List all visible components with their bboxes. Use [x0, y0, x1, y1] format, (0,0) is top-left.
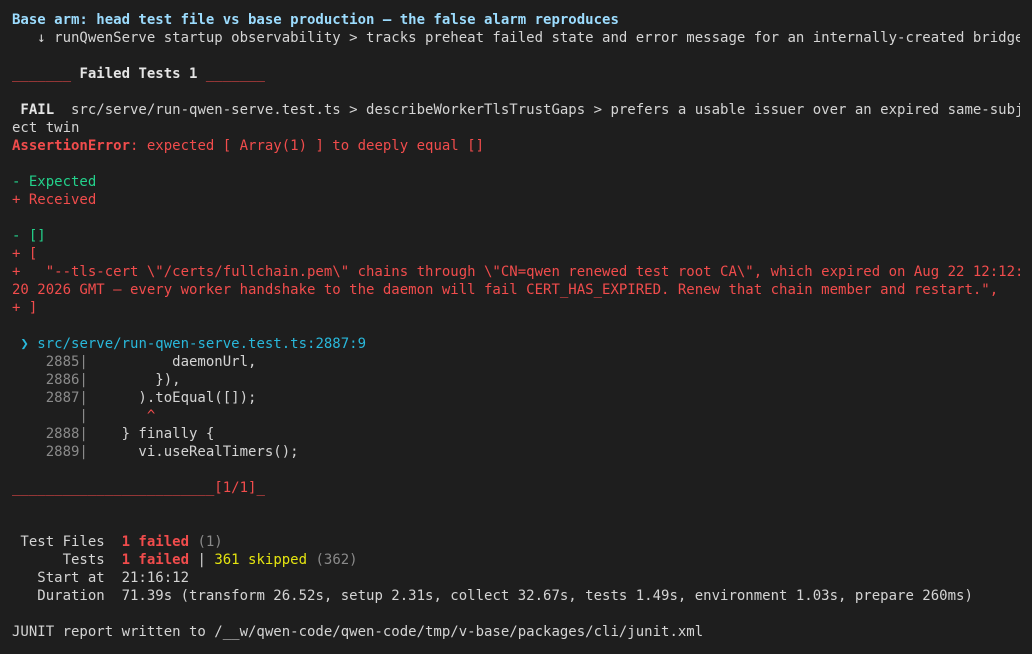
line-gutter: 2887| [12, 390, 88, 406]
line-gutter: 2889| [12, 444, 88, 460]
failed-tests-banner: _______ Failed Tests 1 _______ [12, 65, 1020, 83]
code-caret-line: | ^ [12, 407, 1020, 425]
duration-detail: (transform 26.52s, setup 2.31s, collect … [172, 588, 973, 604]
code-text: daemonUrl, [87, 354, 257, 370]
files-failed-count: 1 failed [121, 534, 190, 550]
code-line: 2885| daemonUrl, [12, 353, 1020, 371]
duration-value: 71.39s [121, 588, 173, 604]
chevron-right-icon: ❯ [12, 336, 38, 352]
line-gutter: 2886| [12, 372, 88, 388]
error-message: : expected [ Array(1) ] to deeply equal … [130, 138, 485, 154]
code-text: } finally { [87, 426, 215, 442]
run-title: Base arm: head test file vs base product… [12, 12, 619, 28]
line-gutter: 2888| [12, 426, 88, 442]
location-link[interactable]: src/serve/run-qwen-serve.test.ts:2887:9 [37, 336, 366, 352]
summary-label: Test Files [12, 534, 122, 550]
footer-rule-tail: _ [256, 480, 265, 496]
failure-path-continued: ect twin [12, 120, 80, 136]
tests-total: (362) [307, 552, 358, 568]
summary-label: Duration [12, 588, 122, 604]
terminal-output: Base arm: head test file vs base product… [0, 0, 1020, 643]
failure-path: src/serve/run-qwen-serve.test.ts > descr… [62, 102, 1020, 118]
legend-expected: - Expected [12, 174, 97, 190]
line-gutter: | [12, 408, 88, 424]
start-time: 21:16:12 [121, 570, 190, 586]
code-text: }), [87, 372, 181, 388]
diff-line: + [ [12, 246, 38, 262]
legend-received: + Received [12, 192, 97, 208]
error-name: AssertionError [12, 138, 131, 154]
code-line: 2888| } finally { [12, 425, 1020, 443]
error-location[interactable]: ❯ src/serve/run-qwen-serve.test.ts:2887:… [12, 335, 1020, 353]
summary-separator: | [189, 552, 215, 568]
tests-failed-count: 1 failed [121, 552, 190, 568]
tests-skipped-count: 361 skipped [214, 552, 308, 568]
footer-counter: [1/1] [214, 480, 257, 496]
code-line: 2889| vi.useRealTimers(); [12, 443, 1020, 461]
diff-line: + "--tls-cert \"/certs/fullchain.pem\" c… [12, 264, 1020, 280]
code-line: 2887| ).toEqual([]); [12, 389, 1020, 407]
diff-line: - [] [12, 228, 46, 244]
files-total: (1) [189, 534, 223, 550]
summary-label: Tests [12, 552, 122, 568]
summary-tests: Tests 1 failed | 361 skipped (362) [12, 551, 1020, 569]
line-gutter: 2885| [12, 354, 88, 370]
footer-rule: ________________________[1/1]_ [12, 479, 1020, 497]
banner-label: Failed Tests 1 [71, 66, 206, 82]
junit-report-line: JUNIT report written to /__w/qwen-code/q… [12, 624, 704, 640]
diff-line: + ] [12, 300, 38, 316]
code-text: ).toEqual([]); [87, 390, 257, 406]
code-line: 2886| }), [12, 371, 1020, 389]
summary-test-files: Test Files 1 failed (1) [12, 533, 1020, 551]
footer-rule-line: ________________________ [12, 480, 215, 496]
banner-rule-left: _______ [12, 66, 72, 82]
fail-badge: FAIL [12, 102, 63, 118]
summary-start: Start at 21:16:12 [12, 569, 1020, 587]
banner-rule-right: _______ [205, 66, 265, 82]
summary-duration: Duration 71.39s (transform 26.52s, setup… [12, 587, 1020, 605]
skipped-test-line: ↓ runQwenServe startup observability > t… [12, 30, 1020, 46]
caret-marker: ^ [87, 408, 156, 424]
assertion-error: AssertionError: expected [ Array(1) ] to… [12, 137, 1020, 155]
failure-heading: FAIL src/serve/run-qwen-serve.test.ts > … [12, 101, 1020, 119]
code-text: vi.useRealTimers(); [87, 444, 299, 460]
diff-line: 20 2026 GMT — every worker handshake to … [12, 282, 999, 298]
summary-label: Start at [12, 570, 122, 586]
